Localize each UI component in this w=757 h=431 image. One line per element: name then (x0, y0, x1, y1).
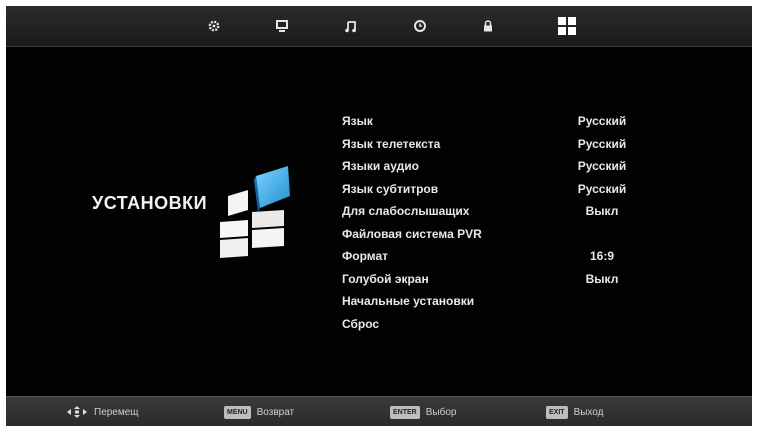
hint-back: MENU Возврат (224, 397, 294, 426)
menu-row-teletext-language[interactable]: Язык телетекста Русский (342, 133, 662, 156)
menu-row-subtitle-language[interactable]: Язык субтитров Русский (342, 178, 662, 201)
exit-key-icon: EXIT (546, 405, 568, 419)
menu-key-icon: MENU (224, 405, 251, 419)
lock-icon (484, 20, 492, 32)
hint-back-label: Возврат (256, 406, 295, 418)
hint-move: Перемещ (66, 397, 139, 426)
menu-label: Язык телетекста (342, 136, 441, 151)
menu-label: Язык субтитров (342, 181, 439, 196)
menu-value: Выкл (585, 204, 619, 218)
menu-value: Русский (577, 114, 627, 128)
tv-menu-screen: УСТАНОВКИ Язык Русский Язык телетекста Р… (6, 6, 752, 426)
menu-label: Голубой экран (342, 271, 429, 286)
menu-label: Начальные установки (342, 294, 475, 308)
hint-select: ENTER Выбор (390, 397, 456, 426)
tab-picture[interactable] (194, 6, 234, 46)
tab-lock[interactable] (468, 6, 508, 46)
menu-label: Сброс (342, 316, 380, 331)
menu-row-blue-screen[interactable]: Голубой экран Выкл (342, 268, 662, 291)
menu-value: 16:9 (589, 249, 615, 263)
music-note-icon (345, 21, 356, 33)
arrows-icon (67, 406, 87, 418)
tab-setup[interactable] (547, 6, 587, 46)
menu-value: Выкл (585, 271, 619, 286)
enter-key-icon: ENTER (390, 405, 420, 419)
clock-icon (414, 20, 426, 32)
menu-row-first-time-setup[interactable]: Начальные установки (342, 290, 662, 313)
hint-bar: Перемещ MENU Возврат ENTER Выбор EXIT Вы… (6, 396, 752, 426)
hint-exit: EXIT Выход (546, 397, 603, 426)
menu-label: Для слабослышащих (342, 204, 470, 218)
tab-time[interactable] (400, 6, 440, 46)
menu-row-audio-languages[interactable]: Языки аудио Русский (342, 155, 662, 178)
gear-icon (208, 20, 220, 32)
settings-menu: Язык Русский Язык телетекста Русский Язы… (342, 110, 662, 335)
menu-value: Русский (577, 136, 627, 151)
menu-row-language[interactable]: Язык Русский (342, 110, 662, 133)
menu-row-aspect-ratio[interactable]: Формат 16:9 (342, 245, 662, 268)
hint-select-label: Выбор (425, 406, 457, 418)
setup-cubes-icon (220, 166, 290, 258)
hint-exit-label: Выход (573, 406, 604, 418)
page-title: УСТАНОВКИ (92, 193, 208, 213)
menu-row-pvr-file-system[interactable]: Файловая система PVR (342, 223, 662, 246)
menu-row-hearing-impaired[interactable]: Для слабослышащих Выкл (342, 200, 662, 223)
menu-row-reset[interactable]: Сброс (342, 313, 662, 336)
menu-label: Язык (342, 114, 373, 128)
menu-label: Языки аудио (342, 159, 419, 173)
menu-value: Русский (577, 181, 627, 196)
menu-label: Файловая система PVR (342, 226, 482, 241)
grid-icon (558, 17, 576, 35)
hint-move-label: Перемещ (94, 406, 139, 418)
menu-label: Формат (342, 249, 389, 263)
tab-sound[interactable] (331, 6, 371, 46)
menu-value: Русский (577, 159, 627, 173)
top-tab-bar (6, 6, 752, 47)
monitor-icon (276, 20, 288, 32)
tab-screen[interactable] (262, 6, 302, 46)
